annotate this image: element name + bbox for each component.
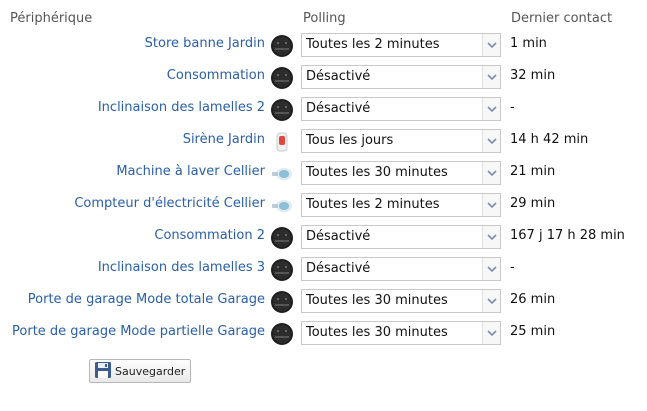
header-last-contact: Dernier contact <box>511 11 613 26</box>
polling-select-value: Désactivé <box>306 69 371 84</box>
device-name: Porte de garage Mode partielle Garage <box>12 324 265 339</box>
polling-select[interactable]: Toutes les 30 minutes <box>301 321 501 345</box>
chevron-down-icon <box>482 258 500 280</box>
chevron-down-icon <box>482 98 500 120</box>
module-icon <box>270 66 294 90</box>
polling-select[interactable]: Toutes les 2 minutes <box>301 33 501 57</box>
plug-icon <box>270 194 294 218</box>
module-icon <box>270 322 294 346</box>
polling-select-value: Tous les jours <box>306 133 394 148</box>
polling-select-value: Désactivé <box>306 261 371 276</box>
chevron-down-icon <box>482 322 500 344</box>
last-contact-value: 14 h 42 min <box>510 132 589 147</box>
polling-select[interactable]: Toutes les 2 minutes <box>301 193 501 217</box>
last-contact-value: - <box>510 100 515 115</box>
device-name: Inclinaison des lamelles 2 <box>97 100 265 115</box>
device-row: Consommation Désactivé 32 min <box>0 62 647 94</box>
device-name: Machine à laver Cellier <box>116 164 265 179</box>
polling-select-value: Toutes les 2 minutes <box>306 197 440 212</box>
polling-select-value: Désactivé <box>306 229 371 244</box>
polling-select-value: Toutes les 30 minutes <box>306 325 448 340</box>
floppy-disk-icon <box>94 361 112 382</box>
device-row: Inclinaison des lamelles 3 Désactivé - <box>0 254 647 286</box>
last-contact-value: 21 min <box>510 164 556 179</box>
device-name: Store banne Jardin <box>144 36 265 51</box>
device-row: Inclinaison des lamelles 2 Désactivé - <box>0 94 647 126</box>
polling-select-value: Toutes les 2 minutes <box>306 37 440 52</box>
polling-select-value: Toutes les 30 minutes <box>306 165 448 180</box>
device-name: Consommation 2 <box>154 228 265 243</box>
chevron-down-icon <box>482 162 500 184</box>
last-contact-value: 26 min <box>510 292 556 307</box>
chevron-down-icon <box>482 290 500 312</box>
last-contact-value: 167 j 17 h 28 min <box>510 228 625 243</box>
polling-select[interactable]: Tous les jours <box>301 129 501 153</box>
last-contact-value: 1 min <box>510 36 547 51</box>
header-polling: Polling <box>303 11 346 26</box>
module-icon <box>270 34 294 58</box>
device-row: Compteur d'électricité Cellier Toutes les… <box>0 190 647 222</box>
device-row: Store banne Jardin Toutes les 2 minutes 1 … <box>0 30 647 62</box>
chevron-down-icon <box>482 194 500 216</box>
device-name: Sirène Jardin <box>182 132 265 147</box>
device-name: Porte de garage Mode totale Garage <box>27 292 265 307</box>
module-icon <box>270 226 294 250</box>
plug-icon <box>270 162 294 186</box>
polling-select[interactable]: Toutes les 30 minutes <box>301 289 501 313</box>
save-button[interactable]: Sauvegarder <box>89 359 191 383</box>
last-contact-value: 32 min <box>510 68 556 83</box>
polling-select-value: Toutes les 30 minutes <box>306 293 448 308</box>
header-device: Périphérique <box>10 11 93 26</box>
polling-select[interactable]: Désactivé <box>301 65 501 89</box>
device-row: Porte de garage Mode partielle Garage Tou… <box>0 318 647 350</box>
chevron-down-icon <box>482 66 500 88</box>
device-row: Machine à laver Cellier Toutes les 30 min… <box>0 158 647 190</box>
last-contact-value: 29 min <box>510 196 556 211</box>
device-name: Consommation <box>166 68 265 83</box>
chevron-down-icon <box>482 34 500 56</box>
device-row: Consommation 2 Désactivé 167 j 17 h 28 min <box>0 222 647 254</box>
polling-select-value: Désactivé <box>306 101 371 116</box>
last-contact-value: 25 min <box>510 324 556 339</box>
save-button-label: Sauvegarder <box>115 364 186 378</box>
device-row: Porte de garage Mode totale Garage Toutes… <box>0 286 647 318</box>
device-name: Compteur d'électricité Cellier <box>74 196 265 211</box>
polling-select[interactable]: Désactivé <box>301 225 501 249</box>
module-icon <box>270 98 294 122</box>
chevron-down-icon <box>482 226 500 248</box>
polling-select[interactable]: Désactivé <box>301 257 501 281</box>
module-icon <box>270 290 294 314</box>
device-row: Sirène Jardin Tous les jours 14 h 42 min <box>0 126 647 158</box>
module-icon <box>270 258 294 282</box>
last-contact-value: - <box>510 260 515 275</box>
chevron-down-icon <box>482 130 500 152</box>
polling-select[interactable]: Désactivé <box>301 97 501 121</box>
device-name: Inclinaison des lamelles 3 <box>97 260 265 275</box>
polling-select[interactable]: Toutes les 30 minutes <box>301 161 501 185</box>
siren-icon <box>270 130 294 154</box>
